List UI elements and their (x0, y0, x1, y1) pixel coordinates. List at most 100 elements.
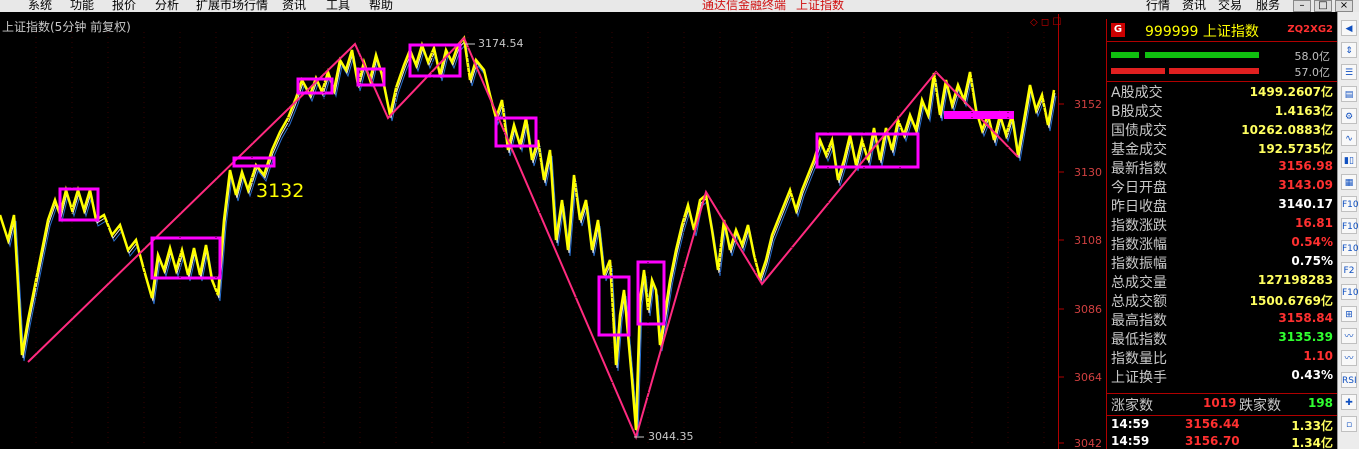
separator (1107, 41, 1337, 42)
stat-row: 昨日收盘 3140.17 (1107, 196, 1337, 215)
service-button[interactable]: 服务 (1256, 0, 1280, 12)
stat-value: 0.54% (1291, 235, 1333, 249)
trade-button[interactable]: 交易 (1218, 0, 1242, 12)
toolbar-icon[interactable]: ▮▯ (1341, 152, 1357, 168)
toolbar-icon[interactable]: ⇕ (1341, 42, 1357, 58)
stat-row: 今日开盘 3143.09 (1107, 177, 1337, 196)
tick-amount: 1.34亿 (1291, 436, 1333, 449)
stat-label: 国债成交 (1111, 123, 1167, 139)
toolbar-icon[interactable]: F2 (1341, 262, 1357, 278)
stat-row: 国债成交 10262.0883亿 (1107, 120, 1337, 139)
breadth-row: 涨家数 1019 跌家数 198 (1107, 395, 1337, 414)
right-toolbar: ◀ ⇕ ☰ ▤ ⚙ ∿ ▮▯ ▦ F10 F10 F10 F2 F10 ⊞ 〰〰 RSI ✚ ▫ (1337, 12, 1359, 449)
stat-value: 3156.98 (1278, 159, 1333, 173)
volume-bar-down-value: 57.0亿 (1294, 66, 1331, 79)
y-tick-label: 3042 (1074, 437, 1102, 449)
maximize-button[interactable]: □ (1314, 0, 1332, 12)
stat-row: 基金成交 192.5735亿 (1107, 139, 1337, 158)
y-tick-label: 3108 (1074, 234, 1102, 247)
stat-value: 0.43% (1291, 368, 1333, 382)
toolbar-icon[interactable]: ⚙ (1341, 108, 1357, 124)
toolbar-icon[interactable]: ∿ (1341, 130, 1357, 146)
stat-value: 192.5735亿 (1257, 142, 1333, 156)
close-button[interactable]: × (1335, 0, 1353, 12)
stat-value: 3140.17 (1278, 197, 1333, 211)
decline-value: 198 (1307, 396, 1333, 410)
advance-value: 1019 (1203, 396, 1237, 410)
stat-row: 总成交额 1500.6769亿 (1107, 291, 1337, 310)
news-button[interactable]: 资讯 (1182, 0, 1206, 12)
toolbar-icon[interactable]: ◀ (1341, 20, 1357, 36)
panel-mark: ZQ2XG2 (1287, 24, 1333, 35)
low-annotation: 3044.35 (648, 430, 694, 443)
consolidation-box[interactable] (944, 111, 1014, 119)
stat-value: 1.4163亿 (1274, 104, 1333, 118)
g-badge[interactable]: G (1111, 23, 1125, 37)
stat-row: 最高指数 3158.84 (1107, 310, 1337, 329)
stat-value: 3135.39 (1278, 330, 1333, 344)
toolbar-icon[interactable]: ✚ (1341, 394, 1357, 410)
y-tick-label: 3064 (1074, 371, 1102, 384)
stat-row: 指数涨幅 0.54% (1107, 234, 1337, 253)
stat-row: 总成交量 127198283 (1107, 272, 1337, 291)
stat-value: 127198283 (1257, 273, 1333, 287)
separator (1107, 393, 1337, 394)
stat-row: B股成交 1.4163亿 (1107, 101, 1337, 120)
toolbar-icon[interactable]: F10 (1341, 284, 1359, 300)
advance-label: 涨家数 (1111, 398, 1153, 414)
tick-time: 14:59 (1111, 417, 1150, 431)
quote-button[interactable]: 行情 (1146, 0, 1170, 12)
y-tick-label: 3130 (1074, 166, 1102, 179)
stat-label: 总成交额 (1111, 294, 1167, 310)
stat-row: 指数涨跌 16.81 (1107, 215, 1337, 234)
high-annotation: 3174.54 (478, 37, 524, 50)
toolbar-icon[interactable]: ▤ (1341, 86, 1357, 102)
stat-value: 3143.09 (1278, 178, 1333, 192)
toolbar-icon[interactable]: RSI (1341, 372, 1357, 388)
stat-value: 16.81 (1295, 216, 1333, 230)
stat-label: 基金成交 (1111, 142, 1167, 158)
stat-row: 最新指数 3156.98 (1107, 158, 1337, 177)
stat-row: 最低指数 3135.39 (1107, 329, 1337, 348)
toolbar-icon[interactable]: ▦ (1341, 174, 1357, 190)
stat-label: 最低指数 (1111, 332, 1167, 348)
minimize-button[interactable]: – (1293, 0, 1311, 12)
y-tick-label: 3086 (1074, 303, 1102, 316)
stat-value: 1499.2607亿 (1249, 85, 1333, 99)
stat-value: 1.10 (1303, 349, 1333, 363)
stat-label: 上证换手 (1111, 370, 1167, 386)
toolbar-icon[interactable]: 〰 (1341, 350, 1357, 366)
tick-price: 3156.44 (1185, 417, 1240, 431)
price-line (0, 35, 1056, 431)
stat-label: 指数涨跌 (1111, 218, 1167, 234)
stat-label: 指数振幅 (1111, 256, 1167, 272)
toolbar-icon[interactable]: ☰ (1341, 64, 1357, 80)
stat-value: 1500.6769亿 (1249, 294, 1333, 308)
toolbar-icon[interactable]: 〰 (1341, 328, 1357, 344)
toolbar-icon[interactable]: ▫ (1341, 416, 1357, 432)
tick-row: 14:59 3156.70 1.34亿 (1107, 434, 1337, 449)
toolbar-icon[interactable]: F10 (1341, 196, 1359, 212)
stat-label: 最新指数 (1111, 161, 1167, 177)
toolbar-icon[interactable]: ⊞ (1341, 306, 1357, 322)
toolbar-icon[interactable]: F10 (1341, 218, 1359, 234)
stat-value: 0.75% (1291, 254, 1333, 268)
stat-row: 上证换手 0.43% (1107, 367, 1337, 386)
tick-amount: 1.33亿 (1291, 419, 1333, 433)
stat-row: A股成交 1499.2607亿 (1107, 82, 1337, 101)
toolbar-icon[interactable]: F10 (1341, 240, 1359, 256)
separator (1107, 415, 1337, 416)
quote-panel: G 999999 上证指数 ZQ2XG2 58.0亿 57.0亿 A股成交 149… (1106, 19, 1337, 449)
stat-label: 总成交量 (1111, 275, 1167, 291)
stat-label: 指数涨幅 (1111, 237, 1167, 253)
stat-label: 最高指数 (1111, 313, 1167, 329)
price-chart[interactable]: 3152 3130 3108 3086 3064 3042 3174.54 3044.35… (0, 0, 1106, 449)
y-tick-label: 3152 (1074, 98, 1102, 111)
stat-value: 10262.0883亿 (1241, 123, 1333, 137)
decline-label: 跌家数 (1239, 398, 1281, 414)
volume-bar-up-value: 58.0亿 (1294, 50, 1331, 63)
stat-row: 指数量比 1.10 (1107, 348, 1337, 367)
level-annotation: 3132 (256, 180, 304, 202)
average-line (1, 42, 1057, 437)
panel-header: G 999999 上证指数 ZQ2XG2 (1107, 19, 1337, 41)
